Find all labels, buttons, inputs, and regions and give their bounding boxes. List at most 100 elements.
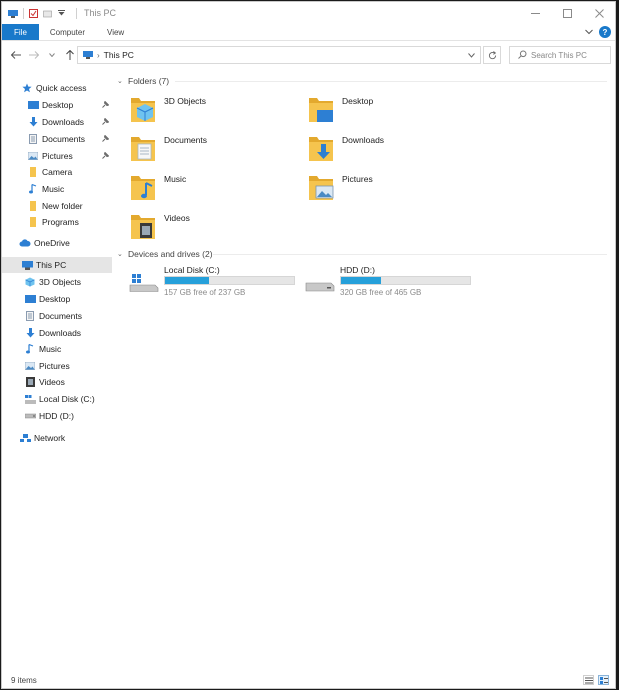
documents-folder-icon <box>131 137 155 161</box>
chevron-down-icon[interactable]: ⌄ <box>117 250 126 258</box>
close-button[interactable] <box>583 2 615 24</box>
expand-ribbon-chevron-icon[interactable] <box>585 27 593 37</box>
title-separator <box>76 7 77 19</box>
sidebar-item-documents-pc[interactable]: Documents <box>2 308 112 324</box>
sidebar-item-network[interactable]: Network <box>2 430 112 446</box>
item-count: 9 items <box>11 675 37 685</box>
content-pane: ⌄ Folders (7) 3D Objects Desktop Documen… <box>117 72 612 672</box>
folder-name: Music <box>164 174 187 184</box>
folder-name: Desktop <box>342 96 374 106</box>
sidebar-item-local-disk-c[interactable]: Local Disk (C:) <box>2 391 112 407</box>
folder-tile-downloads[interactable]: Downloads <box>295 131 470 169</box>
desktop-folder-icon <box>309 98 333 122</box>
folder-tile-documents[interactable]: Documents <box>117 131 292 169</box>
sidebar-item-label: Network <box>34 433 66 443</box>
sidebar-item-documents[interactable]: Documents <box>2 131 112 147</box>
up-arrow-icon[interactable] <box>62 47 78 63</box>
folder-icon <box>27 201 39 211</box>
sidebar-item-music[interactable]: Music <box>2 181 112 197</box>
pin-icon[interactable] <box>102 117 110 127</box>
tiles-view-icon[interactable] <box>598 675 609 685</box>
breadcrumb-chevron-icon[interactable]: › <box>97 51 100 60</box>
help-button[interactable]: ? <box>599 26 611 38</box>
drive-usage-fill <box>165 277 209 284</box>
breadcrumb[interactable]: This PC <box>104 50 134 60</box>
pin-icon[interactable] <box>102 134 110 144</box>
forward-arrow-icon[interactable] <box>26 47 42 63</box>
sidebar-item-label: Music <box>42 184 65 194</box>
network-icon <box>19 433 31 443</box>
folder-tile-3d-objects[interactable]: 3D Objects <box>117 92 292 130</box>
drives-group-header[interactable]: ⌄ Devices and drives (2) <box>117 247 607 261</box>
sidebar-item-label: HDD (D:) <box>39 411 74 421</box>
maximize-button[interactable] <box>551 2 583 24</box>
properties-icon[interactable] <box>29 8 38 18</box>
tab-view[interactable]: View <box>96 24 135 40</box>
sidebar-item-new-folder[interactable]: New folder <box>2 198 112 214</box>
address-dropdown-chevron-icon[interactable] <box>468 50 475 60</box>
sidebar-item-label: Pictures <box>39 361 70 371</box>
sidebar-item-programs[interactable]: Programs <box>2 214 112 230</box>
title-bar: This PC <box>2 2 615 24</box>
tab-computer[interactable]: Computer <box>39 24 96 40</box>
sidebar-item-label: Desktop <box>42 100 74 110</box>
sidebar-item-desktop-pc[interactable]: Desktop <box>2 291 112 307</box>
drive-icon <box>24 411 36 421</box>
window-title: This PC <box>84 8 117 18</box>
folder-name: Pictures <box>342 174 373 184</box>
sidebar-item-onedrive[interactable]: OneDrive <box>2 235 112 251</box>
drive-name: Local Disk (C:) <box>164 265 220 275</box>
sidebar-item-camera[interactable]: Camera <box>2 164 112 180</box>
sidebar-item-pictures-pc[interactable]: Pictures <box>2 358 112 374</box>
tab-file[interactable]: File <box>2 24 39 40</box>
recent-locations-chevron-icon[interactable] <box>44 47 60 63</box>
this-pc-icon <box>8 9 18 18</box>
sidebar-item-music-pc[interactable]: Music <box>2 341 112 357</box>
drive-icon <box>305 282 335 292</box>
download-icon <box>27 117 39 127</box>
folder-tile-videos[interactable]: Videos <box>117 209 292 247</box>
drive-tile-hdd-d[interactable]: HDD (D:) 320 GB free of 465 GB <box>295 265 473 299</box>
sidebar-item-this-pc[interactable]: This PC <box>2 257 112 273</box>
qat-customize-icon[interactable] <box>57 9 66 18</box>
status-bar: 9 items <box>2 672 615 688</box>
sidebar-item-downloads-pc[interactable]: Downloads <box>2 325 112 341</box>
new-folder-icon[interactable] <box>43 9 52 18</box>
folder-name: Videos <box>164 213 190 223</box>
sidebar-item-quick-access[interactable]: Quick access <box>2 80 112 96</box>
sidebar-item-label: Camera <box>42 167 73 177</box>
sidebar-item-pictures[interactable]: Pictures <box>2 148 112 164</box>
back-arrow-icon[interactable] <box>8 47 24 63</box>
pin-icon[interactable] <box>102 151 110 161</box>
file-explorer-window: This PC File Computer View ? › This PC S… <box>1 1 616 689</box>
search-box[interactable] <box>509 46 611 64</box>
group-divider <box>213 254 607 255</box>
chevron-down-icon[interactable]: ⌄ <box>117 77 126 85</box>
folder-name: Downloads <box>342 135 385 145</box>
sidebar-item-label: Documents <box>42 134 85 144</box>
drive-tile-local-disk-c[interactable]: Local Disk (C:) 157 GB free of 237 GB <box>119 265 297 299</box>
drive-name: HDD (D:) <box>340 265 375 275</box>
folders-group-header[interactable]: ⌄ Folders (7) <box>117 74 607 88</box>
download-icon <box>24 328 36 338</box>
address-row: › This PC <box>2 42 615 68</box>
view-switcher <box>583 675 609 685</box>
sidebar-item-downloads[interactable]: Downloads <box>2 114 112 130</box>
address-bar[interactable]: › This PC <box>77 46 481 64</box>
desktop-icon <box>27 100 39 110</box>
search-input[interactable] <box>531 50 611 60</box>
pin-icon[interactable] <box>102 100 110 110</box>
sidebar-item-desktop[interactable]: Desktop <box>2 97 112 113</box>
refresh-button[interactable] <box>483 46 501 64</box>
sidebar-item-hdd-d[interactable]: HDD (D:) <box>2 408 112 424</box>
folder-tile-pictures[interactable]: Pictures <box>295 170 470 208</box>
sidebar-item-label: Downloads <box>42 117 85 127</box>
minimize-button[interactable] <box>519 2 551 24</box>
drive-usage-bar <box>340 276 471 285</box>
details-view-icon[interactable] <box>583 675 594 685</box>
this-pc-icon <box>21 260 33 270</box>
sidebar-item-3d-objects[interactable]: 3D Objects <box>2 274 112 290</box>
folder-tile-music[interactable]: Music <box>117 170 292 208</box>
folder-tile-desktop[interactable]: Desktop <box>295 92 470 130</box>
sidebar-item-videos-pc[interactable]: Videos <box>2 374 112 390</box>
